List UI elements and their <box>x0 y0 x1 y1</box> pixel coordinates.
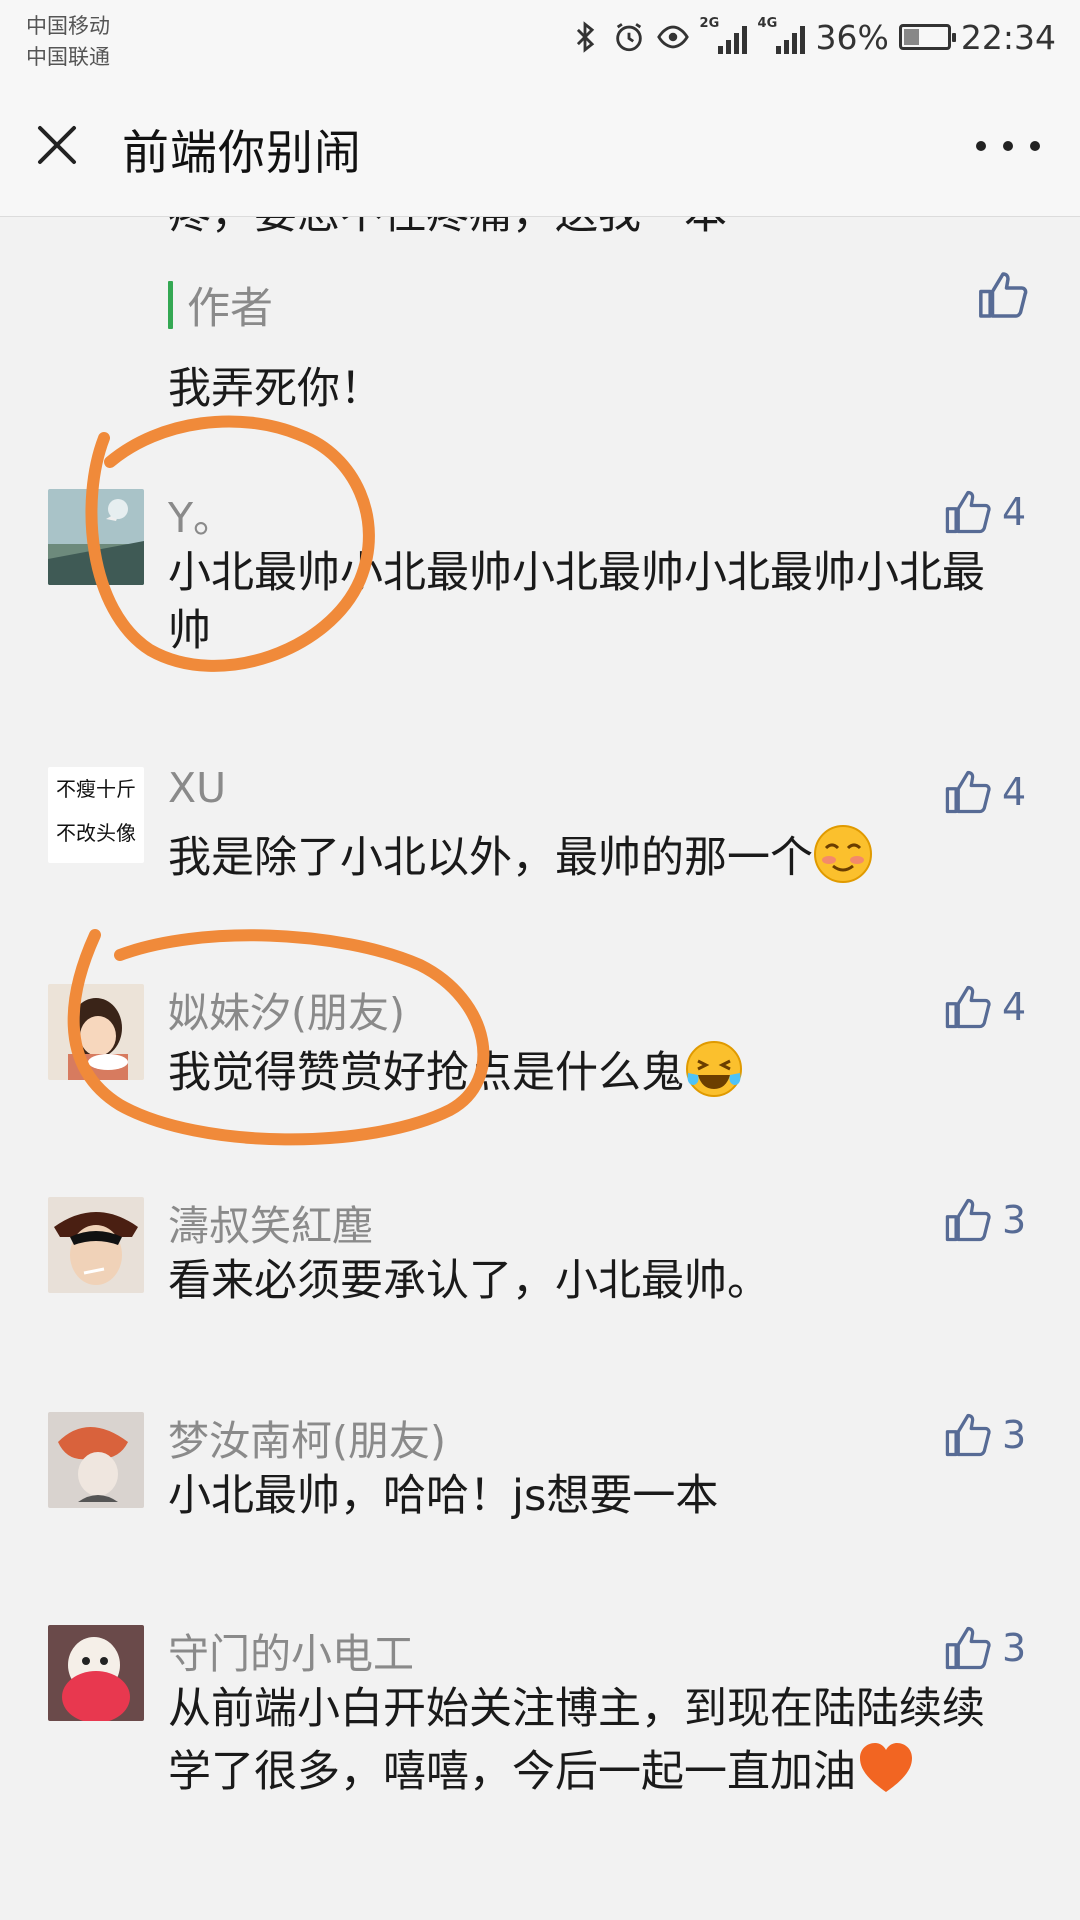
signal-icon <box>775 26 805 54</box>
close-icon[interactable] <box>30 118 84 172</box>
more-dot <box>1030 141 1040 151</box>
avatar[interactable] <box>48 984 144 1080</box>
signal-2g-label: 2G <box>699 16 720 31</box>
battery-level <box>903 29 919 45</box>
bluetooth-icon <box>576 21 594 53</box>
like-button[interactable]: 3 <box>942 1409 1026 1461</box>
comment-text: 我是除了小北以外，最帅的那一个 <box>168 824 1018 887</box>
like-count: 3 <box>1002 1413 1027 1457</box>
carrier-primary: 中国移动 <box>26 14 110 38</box>
thumbs-up-icon <box>945 1198 991 1242</box>
like-count: 3 <box>1002 1198 1027 1242</box>
comment-text: 小北最帅，哈哈！js想要一本 <box>168 1467 1018 1525</box>
like-count: 4 <box>1002 770 1027 814</box>
comment-author[interactable]: 守门的小电工 <box>168 1620 414 1680</box>
shy-smile-emoji <box>814 825 872 883</box>
nav-bar: 前端你别闹 <box>0 72 1080 217</box>
thumbs-up-icon <box>945 1413 991 1457</box>
like-button[interactable]: 4 <box>942 486 1026 538</box>
author-bar <box>168 281 173 329</box>
comment-author[interactable]: 姒妹汐(朋友) <box>168 979 405 1039</box>
orange-heart-emoji <box>860 1743 912 1792</box>
status-bar: 中国移动 中国联通 2G 4G 36% 22:34 <box>0 0 1080 72</box>
battery-percent: 36% <box>815 17 889 57</box>
comment-text-body: 我觉得赞赏好抢点是什么鬼 <box>168 1048 684 1098</box>
author-reply: 作者 我弄死你！ <box>168 274 948 416</box>
avatar[interactable] <box>48 1197 144 1293</box>
author-tag: 作者 <box>168 274 948 336</box>
comment-text-body: 小北最帅，哈哈！js想要一本 <box>168 1471 719 1521</box>
more-dot <box>1003 141 1013 151</box>
like-button[interactable]: 4 <box>942 766 1026 818</box>
signal-2g: 2G <box>700 16 748 54</box>
comment-text-body: 我是除了小北以外，最帅的那一个 <box>168 833 813 883</box>
comment-text: 小北最帅小北最帅小北最帅小北最帅小北最帅 <box>168 544 1018 660</box>
comment-author[interactable]: 梦汝南柯(朋友) <box>168 1407 446 1467</box>
like-button[interactable]: 4 <box>942 981 1026 1033</box>
like-count: 3 <box>1002 1626 1027 1670</box>
comment-author[interactable]: XU <box>168 764 226 812</box>
thumbs-up-icon <box>945 490 991 534</box>
battery-icon <box>898 24 956 50</box>
comment-text: 我觉得赞赏好抢点是什么鬼 <box>168 1039 1018 1102</box>
comment-text-body: 看来必须要承认了，小北最帅。 <box>168 1256 770 1306</box>
more-icon[interactable] <box>976 122 1040 170</box>
thumbs-up-icon <box>945 1626 991 1670</box>
avatar-text-line: 不瘦十斤 <box>56 777 136 801</box>
signal-4g-label: 4G <box>757 16 778 31</box>
comment-text: 看来必须要承认了，小北最帅。 <box>168 1252 1018 1310</box>
more-dot <box>976 141 986 151</box>
signal-4g: 4G <box>758 16 806 54</box>
clock: 22:34 <box>960 17 1056 57</box>
comment-author[interactable]: 濤叔笑紅塵 <box>168 1192 373 1252</box>
avatar[interactable] <box>48 1625 144 1721</box>
like-count: 4 <box>1002 490 1027 534</box>
status-icons: 2G 4G 36% 22:34 <box>568 12 1056 62</box>
partial-comment-text: 疼，要忍不住疼痛，送我一本 <box>168 217 727 241</box>
author-label: 作者 <box>187 284 273 334</box>
signal-icon <box>717 26 747 54</box>
thumbs-up-icon <box>945 770 991 814</box>
avatar[interactable] <box>48 489 144 585</box>
comment-text-body: 小北最帅小北最帅小北最帅小北最帅小北最帅 <box>168 548 985 656</box>
eye-icon <box>656 25 689 49</box>
avatar[interactable]: 不瘦十斤 不改头像 <box>48 767 144 863</box>
comment-list[interactable]: 疼，要忍不住疼痛，送我一本 作者 我弄死你！ Y。 小北最帅小北最帅小北最帅小北… <box>0 217 1080 1920</box>
tears-of-joy-emoji <box>686 1041 742 1097</box>
page-title: 前端你别闹 <box>122 126 362 181</box>
comment-text: 从前端小白开始关注博主，到现在陆陆续续学了很多，嘻嘻，今后一起一直加油 <box>168 1680 1018 1801</box>
avatar[interactable] <box>48 1412 144 1508</box>
like-count: 4 <box>1002 985 1027 1029</box>
like-button[interactable]: 3 <box>942 1194 1026 1246</box>
thumbs-up-icon <box>945 985 991 1029</box>
author-reply-text: 我弄死你！ <box>168 364 383 414</box>
avatar-text-line: 不改头像 <box>56 821 136 845</box>
like-button[interactable]: 3 <box>942 1622 1026 1674</box>
comment-author[interactable]: Y。 <box>168 484 234 544</box>
alarm-icon <box>615 23 642 52</box>
thumbs-up-icon[interactable] <box>975 267 1031 323</box>
carrier-secondary: 中国联通 <box>26 45 110 69</box>
